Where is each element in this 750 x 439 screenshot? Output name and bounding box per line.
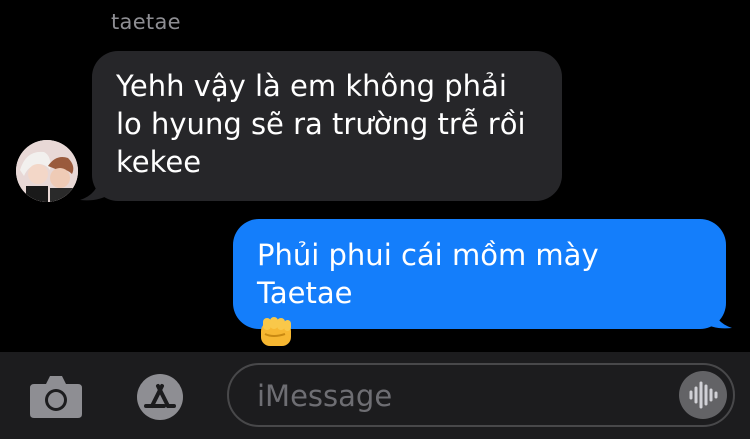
audio-message-button[interactable] xyxy=(679,371,727,419)
incoming-message-bubble[interactable]: Yehh vậy là em không phải lo hyung sẽ ra… xyxy=(92,51,562,201)
app-store-button[interactable] xyxy=(128,372,192,422)
waveform-icon xyxy=(689,381,718,409)
incoming-message-text: Yehh vậy là em không phải lo hyung sẽ ra… xyxy=(116,69,526,179)
outgoing-message-bubble[interactable]: Phủi phui cái mồm mày Taetae xyxy=(233,219,726,346)
camera-button[interactable] xyxy=(28,372,84,420)
camera-icon xyxy=(30,376,82,418)
imessage-placeholder: iMessage xyxy=(257,379,393,413)
incoming-bubble-tail xyxy=(80,176,110,201)
imessage-input[interactable]: iMessage xyxy=(227,363,735,427)
sender-name: taetae xyxy=(111,10,181,34)
app-store-icon xyxy=(137,374,183,420)
contact-avatar[interactable] xyxy=(16,140,78,202)
outgoing-message-text: Phủi phui cái mồm mày Taetae xyxy=(257,238,599,310)
outgoing-bubble-tail xyxy=(702,304,732,329)
